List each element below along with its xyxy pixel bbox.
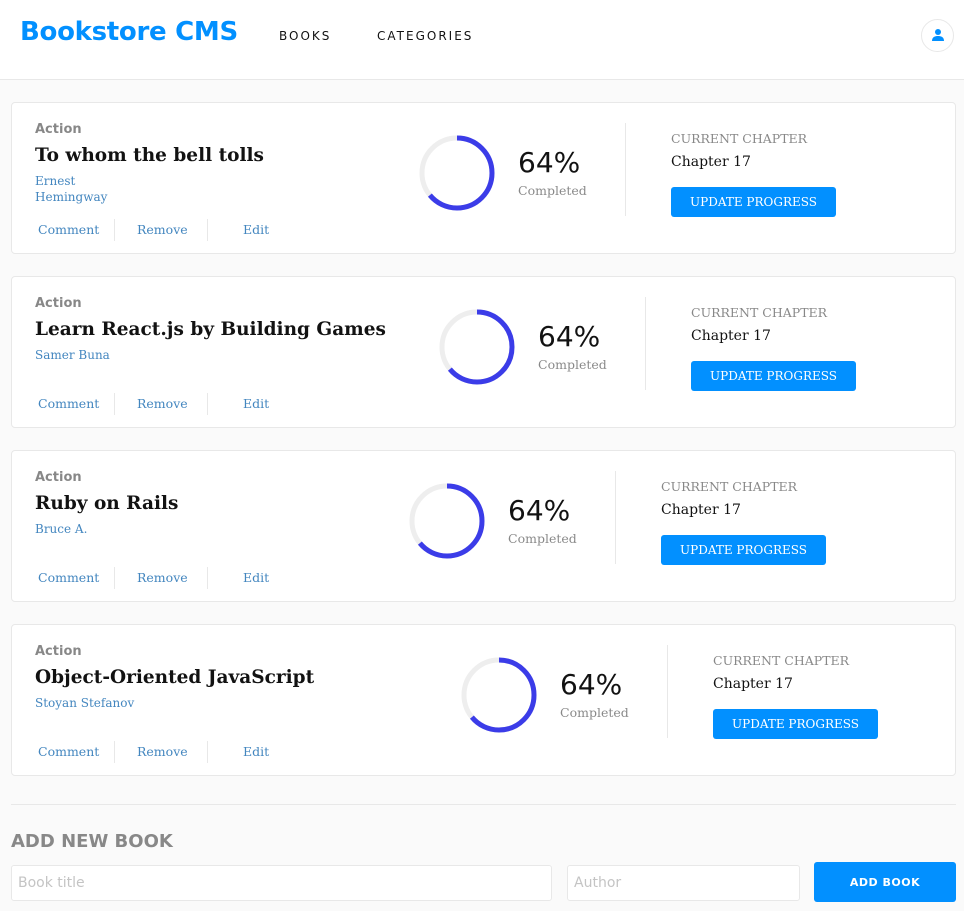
book-author[interactable]: Bruce A.: [35, 521, 235, 537]
current-chapter: Chapter 17: [691, 328, 771, 344]
nav-categories[interactable]: CATEGORIES: [377, 29, 473, 43]
book-author[interactable]: Samer Buna: [35, 347, 235, 363]
completed-label: Completed: [538, 357, 607, 372]
progress-ring: [461, 657, 537, 733]
edit-button[interactable]: Edit: [243, 219, 269, 241]
book-genre: Action: [35, 470, 82, 485]
current-chapter: Chapter 17: [713, 676, 793, 692]
percent-complete: 64%: [538, 320, 601, 353]
current-chapter-label: CURRENT CHAPTER: [661, 479, 798, 494]
divider: [207, 567, 208, 589]
progress-ring: [439, 309, 515, 385]
edit-button[interactable]: Edit: [243, 393, 269, 415]
remove-button[interactable]: Remove: [137, 393, 188, 415]
book-title: Ruby on Rails: [35, 493, 179, 514]
book-title: Object-Oriented JavaScript: [35, 667, 315, 688]
book-author[interactable]: Stoyan Stefanov: [35, 695, 235, 711]
edit-button[interactable]: Edit: [243, 741, 269, 763]
progress-ring: [409, 483, 485, 559]
completed-label: Completed: [560, 705, 629, 720]
divider: [645, 297, 646, 390]
divider: [625, 123, 626, 216]
user-button[interactable]: [921, 19, 954, 52]
current-chapter-label: CURRENT CHAPTER: [691, 305, 828, 320]
divider: [114, 219, 115, 241]
update-progress-button[interactable]: UPDATE PROGRESS: [671, 187, 836, 217]
progress-ring: [419, 135, 495, 211]
book-card: Action Learn React.js by Building Games …: [11, 276, 956, 428]
completed-label: Completed: [518, 183, 587, 198]
book-genre: Action: [35, 644, 82, 659]
author-input[interactable]: [567, 865, 800, 901]
divider: [207, 741, 208, 763]
percent-complete: 64%: [518, 146, 581, 179]
divider: [207, 393, 208, 415]
comment-button[interactable]: Comment: [38, 219, 99, 241]
current-chapter: Chapter 17: [671, 154, 751, 170]
divider: [615, 471, 616, 564]
progress-block: 64% Completed: [407, 481, 597, 561]
nav-books[interactable]: BOOKS: [279, 29, 331, 43]
completed-label: Completed: [508, 531, 577, 546]
update-progress-button[interactable]: UPDATE PROGRESS: [713, 709, 878, 739]
book-author[interactable]: Ernest Hemingway: [35, 173, 125, 205]
divider: [114, 567, 115, 589]
book-card: Action Ruby on Rails Bruce A. Comment Re…: [11, 450, 956, 602]
comment-button[interactable]: Comment: [38, 393, 99, 415]
progress-block: 64% Completed: [437, 307, 627, 387]
book-title: To whom the bell tolls: [35, 145, 264, 166]
add-book-button[interactable]: ADD BOOK: [814, 862, 956, 902]
divider: [114, 393, 115, 415]
book-genre: Action: [35, 122, 82, 137]
remove-button[interactable]: Remove: [137, 567, 188, 589]
edit-button[interactable]: Edit: [243, 567, 269, 589]
progress-block: 64% Completed: [417, 133, 607, 213]
divider: [207, 219, 208, 241]
logo[interactable]: Bookstore CMS: [20, 17, 238, 47]
book-title-input[interactable]: [11, 865, 552, 901]
update-progress-button[interactable]: UPDATE PROGRESS: [661, 535, 826, 565]
current-chapter-label: CURRENT CHAPTER: [713, 653, 850, 668]
user-icon: [932, 29, 944, 41]
comment-button[interactable]: Comment: [38, 567, 99, 589]
update-progress-button[interactable]: UPDATE PROGRESS: [691, 361, 856, 391]
book-genre: Action: [35, 296, 82, 311]
add-book-heading: ADD NEW BOOK: [11, 831, 173, 852]
comment-button[interactable]: Comment: [38, 741, 99, 763]
current-chapter-label: CURRENT CHAPTER: [671, 131, 808, 146]
remove-button[interactable]: Remove: [137, 219, 188, 241]
progress-block: 64% Completed: [459, 655, 649, 735]
percent-complete: 64%: [508, 494, 571, 527]
current-chapter: Chapter 17: [661, 502, 741, 518]
percent-complete: 64%: [560, 668, 623, 701]
divider: [114, 741, 115, 763]
app-header: Bookstore CMS BOOKS CATEGORIES: [0, 0, 964, 80]
section-divider: [11, 804, 956, 805]
book-card: Action Object-Oriented JavaScript Stoyan…: [11, 624, 956, 776]
book-card: Action To whom the bell tolls Ernest Hem…: [11, 102, 956, 254]
book-title: Learn React.js by Building Games: [35, 319, 386, 340]
remove-button[interactable]: Remove: [137, 741, 188, 763]
divider: [667, 645, 668, 738]
